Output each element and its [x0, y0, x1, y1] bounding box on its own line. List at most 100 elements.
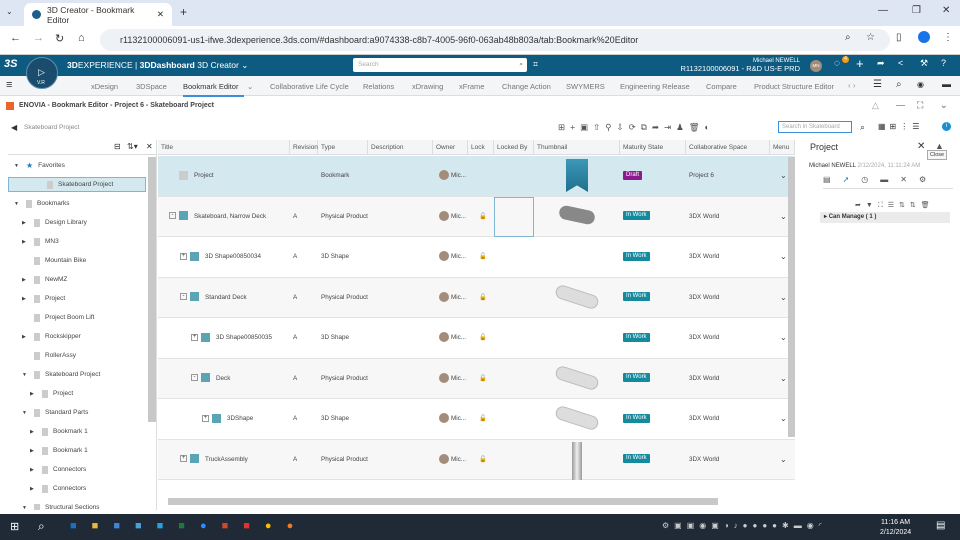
- view-icons[interactable]: ▦⊞⋮☰: [878, 122, 923, 131]
- skype-icon[interactable]: ■: [157, 520, 179, 532]
- expand-node-icon[interactable]: +: [180, 455, 187, 463]
- forward-icon[interactable]: →: [33, 32, 44, 44]
- table-row[interactable]: +3D Shape00850035 A 3D Shape Mic... 🔓 In Work…: [158, 318, 795, 359]
- help-icon[interactable]: ?: [941, 58, 946, 68]
- tab-list-icon[interactable]: ☰: [873, 79, 882, 90]
- info-icon[interactable]: i: [942, 122, 951, 131]
- outlook-icon[interactable]: ■: [70, 520, 92, 532]
- title[interactable]: Skateboard, Narrow Deck: [194, 213, 266, 220]
- tab-list-icon[interactable]: ⌄: [6, 7, 13, 16]
- row-menu-chevron-icon[interactable]: ⌄: [777, 278, 787, 318]
- link-icon[interactable]: ⚲: [605, 122, 616, 132]
- expand-all-icon[interactable]: ⊟: [114, 142, 121, 151]
- tab-3dspace[interactable]: 3DSpace: [136, 82, 167, 91]
- tree-item[interactable]: ▶ NewMZ: [22, 272, 67, 287]
- expand-arrow-icon[interactable]: ▶: [22, 239, 29, 245]
- tab-collaborative-life-cycle[interactable]: Collaborative Life Cycle: [270, 82, 349, 91]
- search-icon[interactable]: ⌕: [860, 122, 865, 133]
- start-icon[interactable]: ⊞: [10, 520, 19, 533]
- sort-icon[interactable]: ⇅▾: [127, 142, 138, 151]
- expand-arrow-icon[interactable]: ▶: [30, 467, 37, 473]
- lock-icon[interactable]: 🔓: [476, 318, 487, 358]
- lock-icon[interactable]: 🔓: [476, 359, 487, 399]
- tree-item[interactable]: Project Boom Lift: [22, 310, 95, 325]
- minimize-widget-icon[interactable]: —: [896, 100, 905, 110]
- row-menu-chevron-icon[interactable]: ⌄: [777, 156, 787, 196]
- column-header-owner[interactable]: Owner: [433, 140, 468, 155]
- share-icon[interactable]: ➦: [652, 122, 664, 132]
- collapse-arrow-icon[interactable]: ▼: [22, 505, 29, 511]
- tag-icon[interactable]: ⌗: [533, 59, 538, 70]
- maturity-state-badge[interactable]: In Work: [623, 292, 650, 302]
- settings-tab-icon[interactable]: ⚙: [919, 175, 938, 184]
- tab-relations[interactable]: Relations: [363, 82, 394, 91]
- tab-compare[interactable]: Compare: [706, 82, 737, 91]
- history-tab-icon[interactable]: ◷: [861, 175, 880, 184]
- widget-menu-icon[interactable]: ⌄: [940, 100, 948, 111]
- reload-icon[interactable]: ↻: [55, 32, 64, 45]
- chrome-icon[interactable]: ●: [265, 520, 287, 532]
- collapse-arrow-icon[interactable]: ▼: [14, 201, 21, 207]
- list-icon[interactable]: ☰: [888, 202, 899, 209]
- user-avatar[interactable]: MN: [810, 60, 822, 72]
- expand-arrow-icon[interactable]: ▶: [22, 296, 29, 302]
- table-row[interactable]: +3DShape A 3D Shape Mic... 🔓 In Work 3DX World…: [158, 399, 795, 440]
- maximize-icon[interactable]: ⛶: [917, 100, 923, 111]
- tree-item[interactable]: ▼ Skateboard Project: [22, 367, 100, 382]
- explorer-icon[interactable]: ■: [92, 520, 114, 532]
- powerpoint-icon[interactable]: ■: [222, 520, 244, 532]
- expand-icon[interactable]: ⛶: [878, 202, 888, 209]
- excel-icon[interactable]: ■: [178, 520, 200, 532]
- row-menu-chevron-icon[interactable]: ⌄: [777, 318, 787, 358]
- relations-tab-icon[interactable]: ✕: [900, 175, 919, 184]
- maturity-state-badge[interactable]: In Work: [623, 332, 650, 342]
- tree-item[interactable]: ▶ Project: [30, 386, 73, 401]
- app-s-icon[interactable]: ■: [243, 520, 265, 532]
- tree-item[interactable]: ▶ Design Library: [22, 215, 87, 230]
- title[interactable]: Standard Deck: [205, 294, 247, 301]
- add-icon[interactable]: +: [856, 56, 864, 71]
- title[interactable]: Deck: [216, 375, 230, 382]
- tab-product-structure-editor[interactable]: Product Structure Editor: [754, 82, 834, 91]
- expand-arrow-icon[interactable]: ▶: [22, 277, 29, 283]
- filter-icon[interactable]: ◐: [704, 122, 714, 132]
- collapse-node-icon[interactable]: -: [169, 212, 176, 220]
- table-row[interactable]: - Skateboard, Narrow Deck A Physical Produc…: [158, 196, 795, 237]
- tab-swymers[interactable]: SWYMERS: [566, 82, 605, 91]
- refresh-icon[interactable]: ⟳: [629, 122, 641, 132]
- tree-item[interactable]: ▶ Connectors: [30, 481, 86, 496]
- lock-icon[interactable]: 🔓: [476, 278, 487, 318]
- expand-arrow-icon[interactable]: ▶: [22, 220, 29, 226]
- sort-desc-icon[interactable]: ⇅: [910, 202, 921, 209]
- collapse-arrow-icon[interactable]: ▼: [22, 372, 29, 378]
- filter-icon[interactable]: ▼: [866, 202, 878, 209]
- restore-window-icon[interactable]: ❐: [912, 5, 921, 16]
- collapse-node-icon[interactable]: -: [191, 374, 198, 382]
- table-hscrollbar[interactable]: [168, 498, 718, 505]
- more-tabs-icon[interactable]: ‹ ›: [848, 81, 856, 90]
- comments-tab-icon[interactable]: ▬: [880, 175, 900, 184]
- column-header-maturity-state[interactable]: Maturity State: [620, 140, 686, 155]
- zoom-icon[interactable]: ●: [200, 520, 222, 532]
- expand-arrow-icon[interactable]: ▶: [30, 391, 37, 397]
- row-menu-chevron-icon[interactable]: ⌄: [777, 440, 787, 480]
- share-icon[interactable]: ➦: [855, 202, 866, 209]
- clock[interactable]: 11:16 AM 2/12/2024: [880, 518, 911, 538]
- user-menu[interactable]: Michael NEWELL R1132100006091 - R&D US-E…: [660, 57, 800, 73]
- tab-change-action[interactable]: Change Action: [502, 82, 551, 91]
- title[interactable]: TruckAssembly: [205, 456, 248, 463]
- media-icon[interactable]: ◉: [917, 80, 924, 89]
- search-in-bookmark-input[interactable]: Search in Skateboard: [778, 121, 852, 133]
- tree-item[interactable]: ▶ Bookmark 1: [30, 424, 88, 439]
- locked-by-cell-focused[interactable]: [494, 196, 534, 237]
- maturity-state-badge[interactable]: In Work: [623, 413, 650, 423]
- delete-icon[interactable]: 🗑: [921, 202, 935, 209]
- new-tab-icon[interactable]: +: [180, 5, 187, 19]
- table-row[interactable]: + TruckAssembly A Physical Product Mic... 🔓 In…: [158, 439, 795, 480]
- hamburger-menu-icon[interactable]: ≡: [6, 79, 12, 91]
- can-manage-section[interactable]: ▸ Can Manage ( 1 ): [820, 212, 950, 223]
- expand-arrow-icon[interactable]: ▶: [30, 486, 37, 492]
- column-header-title[interactable]: Title: [158, 140, 290, 155]
- tree-scrollbar[interactable]: [148, 157, 156, 422]
- column-header-description[interactable]: Description: [368, 140, 433, 155]
